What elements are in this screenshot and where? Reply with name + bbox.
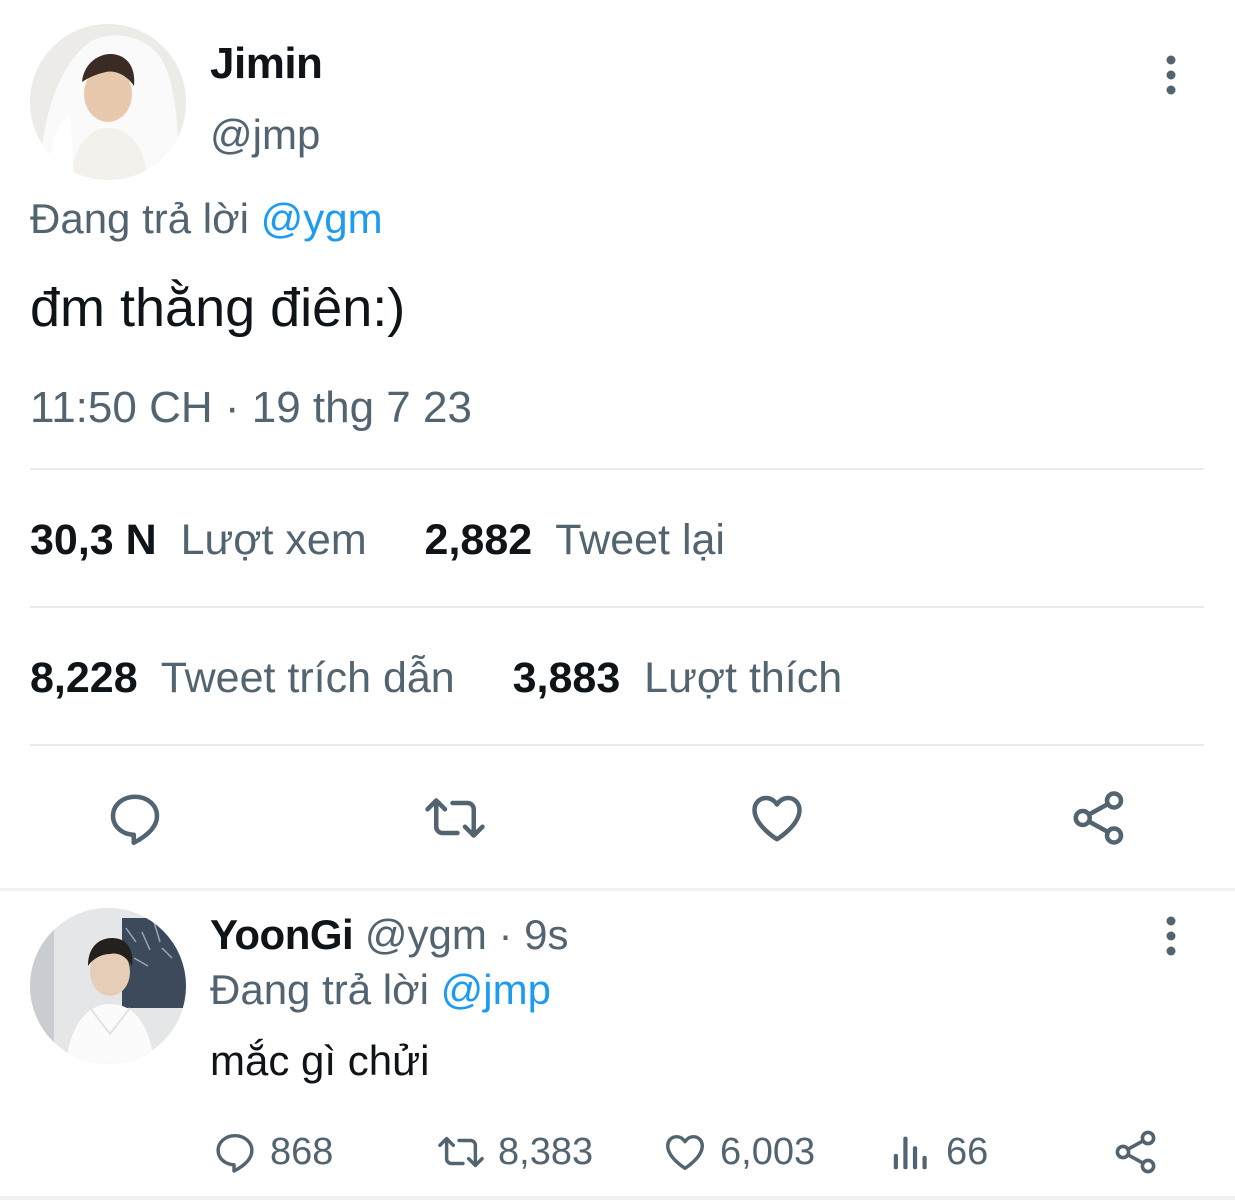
tweet-timestamp[interactable]: 11:50 CH · 19 thg 7 23: [30, 384, 472, 432]
replying-to-mention[interactable]: @ygm: [261, 195, 383, 242]
reply-retweet-button[interactable]: 8,383: [436, 1124, 593, 1180]
share-button[interactable]: [1063, 782, 1135, 854]
like-button[interactable]: [741, 782, 813, 854]
avatar[interactable]: [30, 908, 186, 1064]
quotes-label: Tweet trích dẫn: [160, 654, 455, 702]
divider: [30, 744, 1204, 746]
reply-time-ago[interactable]: · 9s: [499, 911, 569, 958]
likes-label: Lượt thích: [644, 654, 843, 702]
retweet-count: 8,383: [498, 1130, 594, 1173]
author-handle[interactable]: @jmp: [210, 112, 320, 158]
reply-author-display-name[interactable]: YoonGi: [210, 911, 354, 958]
tweet-text: đm thằng điên:): [30, 278, 406, 338]
stats-row-1: 30,3 N Lượt xem 2,882 Tweet lại: [30, 516, 725, 564]
quotes-count: 8,228: [30, 654, 138, 702]
like-count: 6,003: [720, 1130, 816, 1173]
bottom-separator: [0, 1196, 1235, 1200]
reply-icon: [216, 1133, 254, 1173]
more-options-button[interactable]: [1151, 47, 1191, 103]
retweet-button[interactable]: [419, 782, 491, 854]
likes-stat[interactable]: 3,883 Lượt thích: [513, 654, 843, 702]
tweet-detail-page: Jimin @jmp Đang trả lời @ygm đm thằng đi…: [0, 0, 1235, 1200]
replying-prefix: Đang trả lời: [30, 195, 249, 242]
reply-views-button[interactable]: 66: [888, 1124, 988, 1180]
reply-tweet-text: mắc gì chửi: [210, 1037, 430, 1084]
reply-icon: [110, 794, 160, 845]
more-vertical-icon: [1166, 916, 1176, 956]
retweets-count: 2,882: [424, 516, 533, 564]
views-count: 66: [946, 1130, 989, 1173]
reply-replying-to-line: Đang trả lời @jmp: [210, 966, 551, 1014]
quotes-stat[interactable]: 8,228 Tweet trích dẫn: [30, 654, 467, 702]
views-count: 30,3 N: [30, 516, 157, 564]
reply-count: 868: [270, 1130, 334, 1173]
share-icon: [1073, 791, 1124, 845]
analytics-icon: [893, 1136, 927, 1170]
reply-reply-button[interactable]: 868: [212, 1124, 333, 1180]
reply-like-button[interactable]: 6,003: [662, 1124, 815, 1180]
replying-to-line: Đang trả lời @ygm: [30, 196, 383, 242]
like-icon: [666, 1134, 704, 1171]
views-stat[interactable]: 30,3 N Lượt xem: [30, 516, 379, 564]
share-icon: [1115, 1130, 1156, 1174]
stats-row-2: 8,228 Tweet trích dẫn 3,883 Lượt thích: [30, 654, 842, 702]
reply-share-button[interactable]: [1112, 1124, 1172, 1180]
retweet-icon: [438, 1136, 484, 1168]
divider: [30, 468, 1204, 470]
divider: [30, 606, 1204, 608]
like-icon: [752, 795, 802, 842]
reply-button[interactable]: [99, 782, 171, 854]
author-display-name[interactable]: Jimin: [210, 40, 323, 88]
more-vertical-icon: [1166, 55, 1176, 95]
retweets-stat[interactable]: 2,882 Tweet lại: [425, 516, 725, 564]
reply-more-options-button[interactable]: [1151, 908, 1191, 964]
avatar[interactable]: [30, 24, 186, 180]
retweet-icon: [425, 798, 485, 838]
retweets-label: Tweet lại: [555, 516, 725, 564]
reply-header: YoonGi @ygm · 9s: [210, 911, 569, 959]
replying-to-mention[interactable]: @jmp: [441, 966, 551, 1013]
views-label: Lượt xem: [180, 516, 367, 564]
section-separator: [0, 888, 1235, 891]
replying-prefix: Đang trả lời: [210, 966, 429, 1013]
likes-count: 3,883: [512, 654, 621, 702]
reply-author-handle[interactable]: @ygm: [365, 911, 487, 958]
